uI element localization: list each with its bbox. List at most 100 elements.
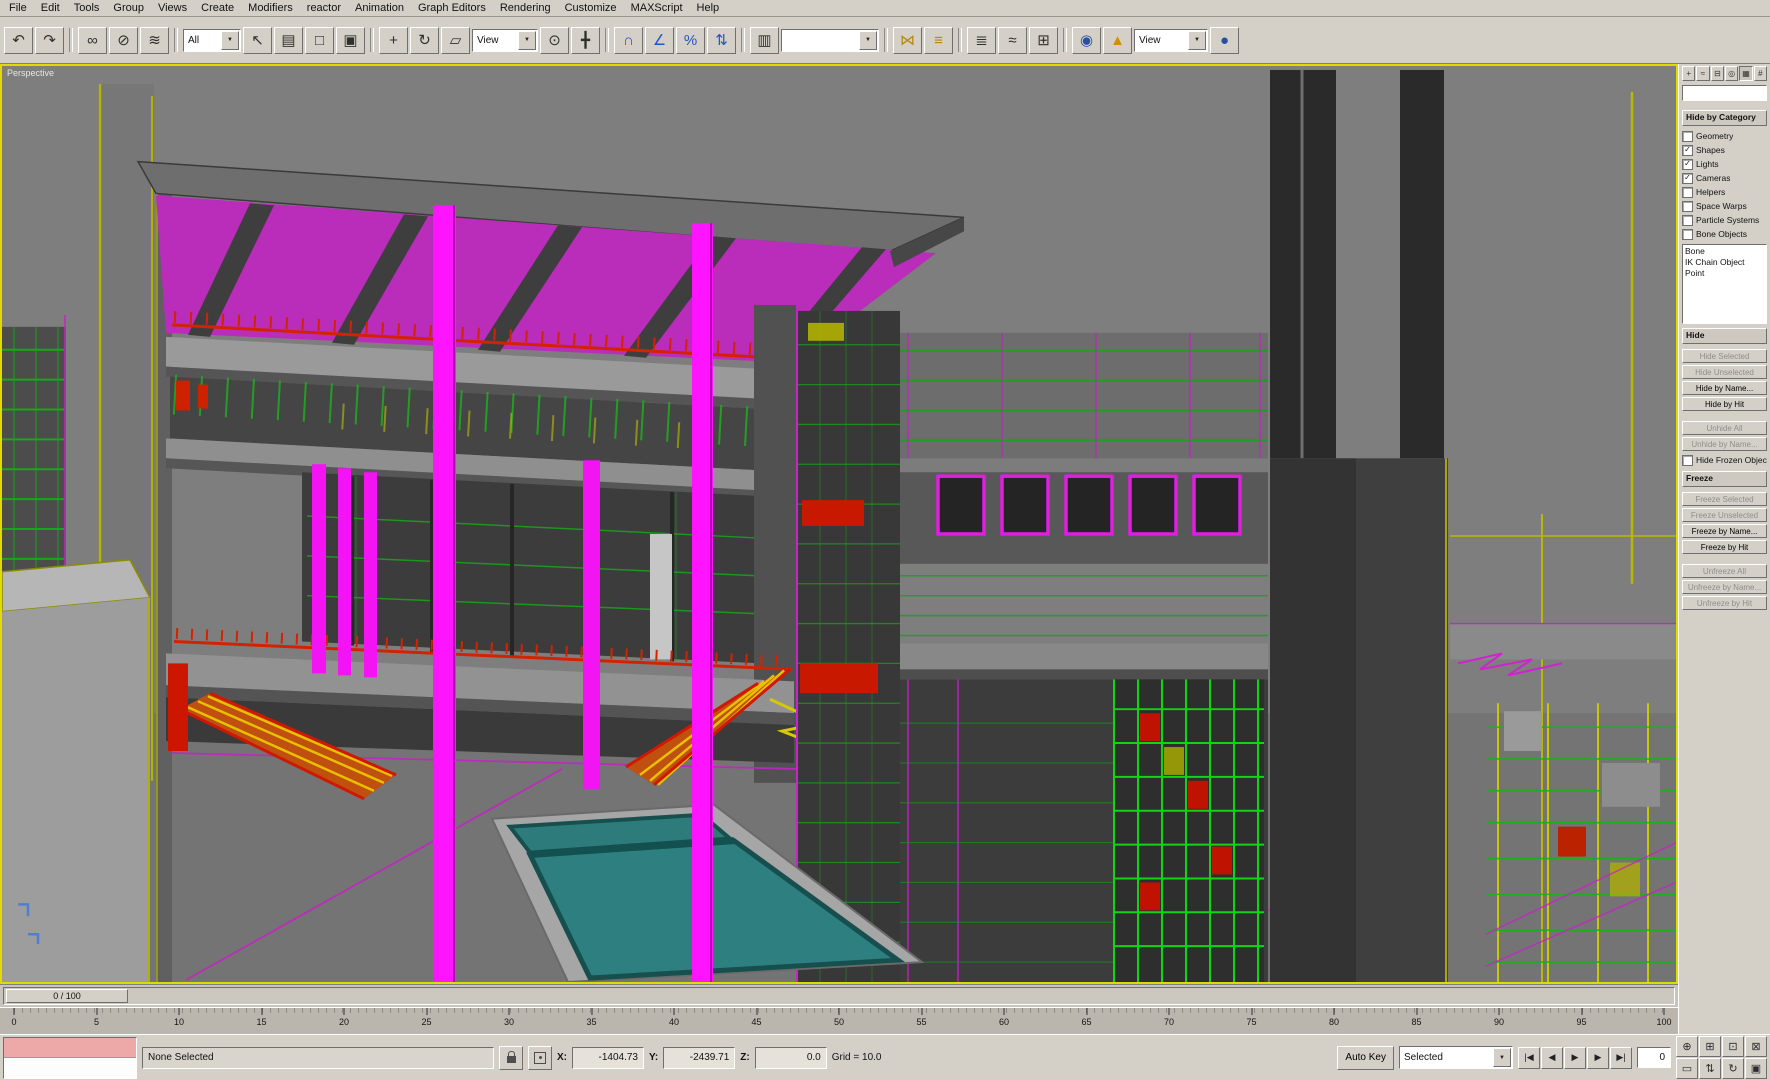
freeze-rollout[interactable]: Freeze bbox=[1682, 471, 1767, 487]
listener-macro-pane[interactable] bbox=[4, 1037, 136, 1058]
zoom-extents-button[interactable]: ⊡ bbox=[1722, 1036, 1744, 1057]
freeze-selected-button[interactable]: Freeze Selected bbox=[1682, 492, 1767, 506]
bind-to-space-warp-button[interactable]: ≋ bbox=[140, 26, 169, 54]
unfreeze-by-hit-button[interactable]: Unfreeze by Hit bbox=[1682, 596, 1767, 610]
menu-file[interactable]: File bbox=[2, 1, 34, 16]
mirror-button[interactable]: ⋈ bbox=[893, 26, 922, 54]
chevron-down-icon[interactable]: ▼ bbox=[221, 30, 239, 50]
render-type-dropdown[interactable]: View ▼ bbox=[1134, 28, 1208, 52]
list-item-bone[interactable]: Bone bbox=[1685, 246, 1764, 257]
menu-animation[interactable]: Animation bbox=[348, 1, 411, 16]
tab-modify[interactable]: ≈ bbox=[1696, 66, 1710, 81]
unfreeze-by-name-button[interactable]: Unfreeze by Name... bbox=[1682, 580, 1767, 594]
angle-snap-toggle-button[interactable]: ∠ bbox=[645, 26, 674, 54]
menu-help[interactable]: Help bbox=[690, 1, 727, 16]
percent-snap-toggle-button[interactable]: % bbox=[676, 26, 705, 54]
hide-unselected-button[interactable]: Hide Unselected bbox=[1682, 365, 1767, 379]
play-button[interactable]: ▶ bbox=[1564, 1046, 1586, 1069]
select-and-manipulate-button[interactable]: ╋ bbox=[571, 26, 600, 54]
hide-selected-button[interactable]: Hide Selected bbox=[1682, 349, 1767, 363]
hide-by-name-button[interactable]: Hide by Name... bbox=[1682, 381, 1767, 395]
category-cameras[interactable]: ✓ Cameras bbox=[1682, 171, 1767, 185]
hide-frozen-objects-checkbox[interactable]: Hide Frozen Objects bbox=[1682, 453, 1767, 467]
list-item-ik-chain-object[interactable]: IK Chain Object bbox=[1685, 257, 1764, 268]
tab-motion[interactable]: ◎ bbox=[1724, 66, 1739, 81]
zoom-button[interactable]: ⊕ bbox=[1676, 1036, 1698, 1057]
edit-named-selection-sets-button[interactable]: ▥ bbox=[750, 26, 779, 54]
zoom-all-button[interactable]: ⊞ bbox=[1699, 1036, 1721, 1057]
display-color-field[interactable] bbox=[1682, 85, 1767, 101]
menu-rendering[interactable]: Rendering bbox=[493, 1, 558, 16]
select-and-move-button[interactable]: + bbox=[379, 26, 408, 54]
chevron-down-icon[interactable]: ▼ bbox=[1493, 1048, 1511, 1067]
category-helpers[interactable]: Helpers bbox=[1682, 185, 1767, 199]
tab-display[interactable]: ▦ bbox=[1739, 66, 1753, 81]
menu-customize[interactable]: Customize bbox=[558, 1, 624, 16]
tab-create[interactable]: + bbox=[1682, 66, 1696, 81]
select-object-button[interactable]: ↖ bbox=[243, 26, 272, 54]
category-listbox[interactable]: Bone IK Chain Object Point bbox=[1682, 244, 1767, 324]
viewport-label[interactable]: Perspective bbox=[7, 68, 54, 78]
menu-views[interactable]: Views bbox=[151, 1, 194, 16]
unhide-by-name-button[interactable]: Unhide by Name... bbox=[1682, 437, 1767, 451]
redo-button[interactable]: ↷ bbox=[35, 26, 64, 54]
zoom-extents-all-button[interactable]: ⊠ bbox=[1745, 1036, 1767, 1057]
listener-script-pane[interactable] bbox=[4, 1058, 136, 1078]
menu-maxscript[interactable]: MAXScript bbox=[624, 1, 690, 16]
selection-filter-dropdown[interactable]: All ▼ bbox=[183, 28, 241, 52]
previous-frame-button[interactable]: ◀ bbox=[1541, 1046, 1563, 1069]
next-frame-button[interactable]: ▶ bbox=[1587, 1046, 1609, 1069]
go-to-start-button[interactable]: |◀ bbox=[1518, 1046, 1540, 1069]
tab-hierarchy[interactable]: ⊟ bbox=[1710, 66, 1724, 81]
selection-lock-toggle[interactable] bbox=[499, 1045, 523, 1070]
category-space-warps[interactable]: Space Warps bbox=[1682, 199, 1767, 213]
select-by-name-button[interactable]: ▤ bbox=[274, 26, 303, 54]
arc-rotate-button[interactable]: ↻ bbox=[1722, 1058, 1744, 1079]
freeze-unselected-button[interactable]: Freeze Unselected bbox=[1682, 508, 1767, 522]
perspective-viewport[interactable]: Perspective bbox=[0, 64, 1678, 984]
chevron-down-icon[interactable]: ▼ bbox=[1188, 30, 1206, 50]
curve-editor-button[interactable]: ≈ bbox=[998, 26, 1027, 54]
layer-manager-button[interactable]: ≣ bbox=[967, 26, 996, 54]
menu-create[interactable]: Create bbox=[194, 1, 241, 16]
maxscript-mini-listener[interactable] bbox=[3, 1036, 137, 1079]
category-particle-systems[interactable]: Particle Systems bbox=[1682, 213, 1767, 227]
window-crossing-button[interactable]: ▣ bbox=[336, 26, 365, 54]
y-coordinate-field[interactable]: -2439.71 bbox=[663, 1046, 736, 1069]
menu-group[interactable]: Group bbox=[106, 1, 151, 16]
category-geometry[interactable]: Geometry bbox=[1682, 129, 1767, 143]
category-lights[interactable]: ✓ Lights bbox=[1682, 157, 1767, 171]
unhide-all-button[interactable]: Unhide All bbox=[1682, 421, 1767, 435]
freeze-by-name-button[interactable]: Freeze by Name... bbox=[1682, 524, 1767, 538]
select-and-rotate-button[interactable]: ↻ bbox=[410, 26, 439, 54]
category-shapes[interactable]: ✓ Shapes bbox=[1682, 143, 1767, 157]
spinner-snap-toggle-button[interactable]: ⇅ bbox=[707, 26, 736, 54]
chevron-down-icon[interactable]: ▼ bbox=[518, 30, 536, 50]
menu-tools[interactable]: Tools bbox=[67, 1, 107, 16]
schematic-view-button[interactable]: ⊞ bbox=[1029, 26, 1058, 54]
unlink-selection-button[interactable]: ⊘ bbox=[109, 26, 138, 54]
undo-button[interactable]: ↶ bbox=[4, 26, 33, 54]
menu-graph-editors[interactable]: Graph Editors bbox=[411, 1, 493, 16]
quick-render-button[interactable]: ● bbox=[1210, 26, 1239, 54]
use-pivot-point-center-button[interactable]: ⊙ bbox=[540, 26, 569, 54]
maximize-viewport-button[interactable]: ▣ bbox=[1745, 1058, 1767, 1079]
freeze-by-hit-button[interactable]: Freeze by Hit bbox=[1682, 540, 1767, 554]
named-selection-sets-dropdown[interactable]: ▼ bbox=[781, 28, 879, 52]
category-bone-objects[interactable]: Bone Objects bbox=[1682, 227, 1767, 241]
select-and-link-button[interactable]: ∞ bbox=[78, 26, 107, 54]
current-frame-field[interactable]: 0 bbox=[1637, 1047, 1671, 1068]
tab-utilities[interactable]: # bbox=[1753, 66, 1767, 81]
x-coordinate-field[interactable]: -1404.73 bbox=[572, 1046, 644, 1069]
chevron-down-icon[interactable]: ▼ bbox=[859, 30, 877, 50]
menu-edit[interactable]: Edit bbox=[34, 1, 67, 16]
time-slider-track[interactable]: 0 / 100 bbox=[3, 987, 1675, 1005]
material-editor-button[interactable]: ◉ bbox=[1072, 26, 1101, 54]
hide-rollout[interactable]: Hide bbox=[1682, 328, 1767, 344]
auto-key-button[interactable]: Auto Key bbox=[1337, 1045, 1394, 1070]
time-slider[interactable]: 0 / 100 bbox=[0, 984, 1678, 1007]
zoom-region-button[interactable]: ▭ bbox=[1676, 1058, 1698, 1079]
select-and-uniform-scale-button[interactable]: ▱ bbox=[441, 26, 470, 54]
absolute-offset-toggle[interactable] bbox=[528, 1045, 552, 1070]
align-button[interactable]: ≡ bbox=[924, 26, 953, 54]
